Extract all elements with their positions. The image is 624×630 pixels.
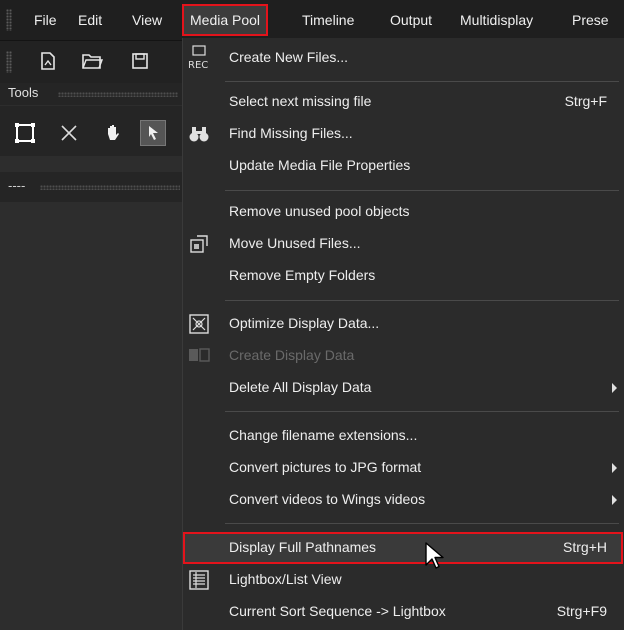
menu-item-label: Display Full Pathnames <box>229 539 377 555</box>
mouse-cursor-icon <box>425 542 444 569</box>
menu-item-label: Current Sort Sequence -> Lightbox <box>229 603 446 619</box>
menu-item-label: Remove unused pool objects <box>229 203 410 219</box>
menu-item-label: Move Unused Files... <box>229 235 361 251</box>
menu-item-label: Optimize Display Data... <box>229 315 380 331</box>
menu-separator <box>225 81 619 82</box>
tools-panel-title: Tools <box>8 85 39 100</box>
menu-item-remove-unused-pool-objects[interactable]: Remove unused pool objects <box>183 196 623 228</box>
menu-item-label: Create New Files... <box>229 49 349 65</box>
menu-item-shortcut: Strg+F <box>564 93 607 109</box>
menu-file[interactable]: File <box>28 6 63 34</box>
layer-row: ---- <box>0 172 184 202</box>
toolbar-grip[interactable] <box>6 51 12 73</box>
menu-item-label: Update Media File Properties <box>229 157 411 173</box>
menu-item-delete-all-display-data[interactable]: Delete All Display Data <box>183 372 623 404</box>
menu-item-create-display-data: Create Display Data <box>183 340 623 372</box>
submenu-arrow-icon <box>612 463 617 473</box>
layer-grip[interactable] <box>40 185 180 190</box>
menu-multidisplay[interactable]: Multidisplay <box>454 6 539 34</box>
layer-label: ---- <box>8 178 26 193</box>
scissors-icon[interactable] <box>56 120 82 146</box>
menu-item-find-missing-files[interactable]: Find Missing Files... <box>183 118 623 150</box>
open-folder-icon[interactable] <box>80 49 104 73</box>
menu-presentation[interactable]: Prese <box>566 6 615 34</box>
menu-item-remove-empty-folders[interactable]: Remove Empty Folders <box>183 260 623 292</box>
rec-icon: REC <box>187 45 211 71</box>
list-view-icon <box>187 568 211 592</box>
menu-item-label: Change filename extensions... <box>229 427 418 443</box>
menu-item-label: Remove Empty Folders <box>229 267 376 283</box>
menu-separator <box>225 190 619 191</box>
new-file-icon[interactable] <box>36 49 60 73</box>
menu-item-move-unused-files[interactable]: Move Unused Files... <box>183 228 623 260</box>
menu-item-update-media-file-properties[interactable]: Update Media File Properties <box>183 150 623 182</box>
menu-edit[interactable]: Edit <box>72 6 108 34</box>
menu-item-label: Convert pictures to JPG format <box>229 459 422 475</box>
svg-text:REC: REC <box>188 60 208 71</box>
menu-media-pool[interactable]: Media Pool <box>181 4 269 36</box>
create-display-data-icon <box>187 344 211 368</box>
menubar-grip[interactable] <box>6 9 12 31</box>
menu-bar: File Edit View Media Pool Timeline Outpu… <box>0 0 624 41</box>
menu-separator <box>225 300 619 301</box>
menu-item-current-sort-sequence[interactable]: Current Sort Sequence -> Lightbox Strg+F… <box>183 596 623 628</box>
pointer-tool-icon[interactable] <box>140 120 166 146</box>
menu-item-display-full-pathnames[interactable]: Display Full Pathnames Strg+H <box>183 532 623 564</box>
menu-item-create-new-files[interactable]: REC Create New Files... <box>183 42 623 74</box>
menu-item-convert-videos-to-wings[interactable]: Convert videos to Wings videos <box>183 484 623 516</box>
menu-item-optimize-display-data[interactable]: Optimize Display Data... <box>183 308 623 340</box>
binoculars-icon <box>187 122 211 146</box>
menu-item-label: Create Display Data <box>229 347 355 363</box>
optimize-icon <box>187 312 211 336</box>
save-icon[interactable] <box>128 49 152 73</box>
menu-item-lightbox-list-view[interactable]: Lightbox/List View <box>183 564 623 596</box>
menu-item-convert-pictures-to-jpg[interactable]: Convert pictures to JPG format <box>183 452 623 484</box>
submenu-arrow-icon <box>612 383 617 393</box>
menu-item-change-filename-extensions[interactable]: Change filename extensions... <box>183 420 623 452</box>
menu-item-label: Find Missing Files... <box>229 125 353 141</box>
menu-item-label: Lightbox/List View <box>229 571 342 587</box>
hand-icon[interactable] <box>100 120 126 146</box>
menu-timeline[interactable]: Timeline <box>296 6 360 34</box>
main-toolbar <box>0 41 184 83</box>
menu-item-shortcut: Strg+H <box>563 539 607 555</box>
menu-item-label: Select next missing file <box>229 93 372 109</box>
panel-grip[interactable] <box>58 92 178 97</box>
menu-output[interactable]: Output <box>384 6 438 34</box>
menu-item-select-next-missing-file[interactable]: Select next missing file Strg+F <box>183 86 623 118</box>
menu-item-label: Delete All Display Data <box>229 379 372 395</box>
tools-panel-header: Tools <box>0 83 184 105</box>
menu-separator <box>225 523 619 524</box>
menu-separator <box>225 411 619 412</box>
tools-row <box>0 106 184 156</box>
move-files-icon <box>187 232 211 256</box>
menu-item-shortcut: Strg+F9 <box>556 603 607 619</box>
menu-view[interactable]: View <box>126 6 168 34</box>
media-pool-dropdown: REC Create New Files... Select next miss… <box>182 38 624 630</box>
application-window: File Edit View Media Pool Timeline Outpu… <box>0 0 624 630</box>
selection-icon[interactable] <box>12 120 38 146</box>
submenu-arrow-icon <box>612 495 617 505</box>
menu-item-label: Convert videos to Wings videos <box>229 491 426 507</box>
